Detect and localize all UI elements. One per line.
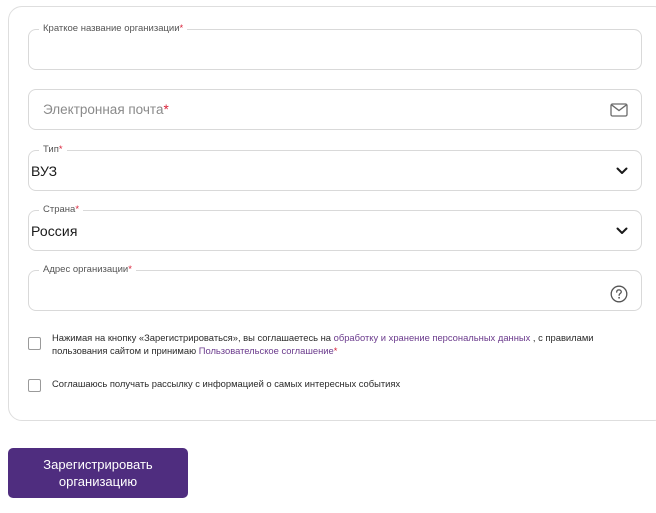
chevron-down-icon[interactable] [616, 167, 628, 175]
newsletter-checkbox[interactable] [28, 379, 41, 392]
country-select[interactable]: Страна* Россия [28, 204, 642, 251]
email-placeholder: Электронная почта* [43, 102, 169, 117]
newsletter-row: Соглашаюсь получать рассылку с информаци… [28, 378, 622, 392]
personal-data-link[interactable]: обработку и хранение персональных данных [334, 332, 531, 343]
consent-checkbox[interactable] [28, 337, 41, 350]
user-agreement-link[interactable]: Пользовательское соглашение [199, 345, 334, 356]
country-label: Страна* [39, 204, 84, 216]
register-organization-button[interactable]: Зарегистрировать организацию [8, 448, 188, 498]
type-select[interactable]: Тип* ВУЗ [28, 144, 642, 191]
consent-text: Нажимая на кнопку «Зарегистрироваться», … [52, 332, 594, 356]
address-field[interactable]: Адрес организации* [28, 264, 642, 311]
question-circle-icon[interactable] [610, 285, 628, 303]
chevron-down-icon[interactable] [616, 227, 628, 235]
type-label: Тип* [39, 144, 67, 156]
type-value: ВУЗ [31, 163, 58, 179]
email-field[interactable]: Электронная почта* [28, 89, 642, 130]
country-value: Россия [31, 223, 78, 239]
consent-row: Нажимая на кнопку «Зарегистрироваться», … [28, 332, 622, 357]
envelope-icon [610, 102, 628, 117]
short-name-label: Краткое название организации* [39, 23, 188, 35]
short-name-field[interactable]: Краткое название организации* [28, 23, 642, 70]
address-label: Адрес организации* [39, 264, 136, 276]
newsletter-text: Соглашаюсь получать рассылку с информаци… [52, 378, 401, 389]
